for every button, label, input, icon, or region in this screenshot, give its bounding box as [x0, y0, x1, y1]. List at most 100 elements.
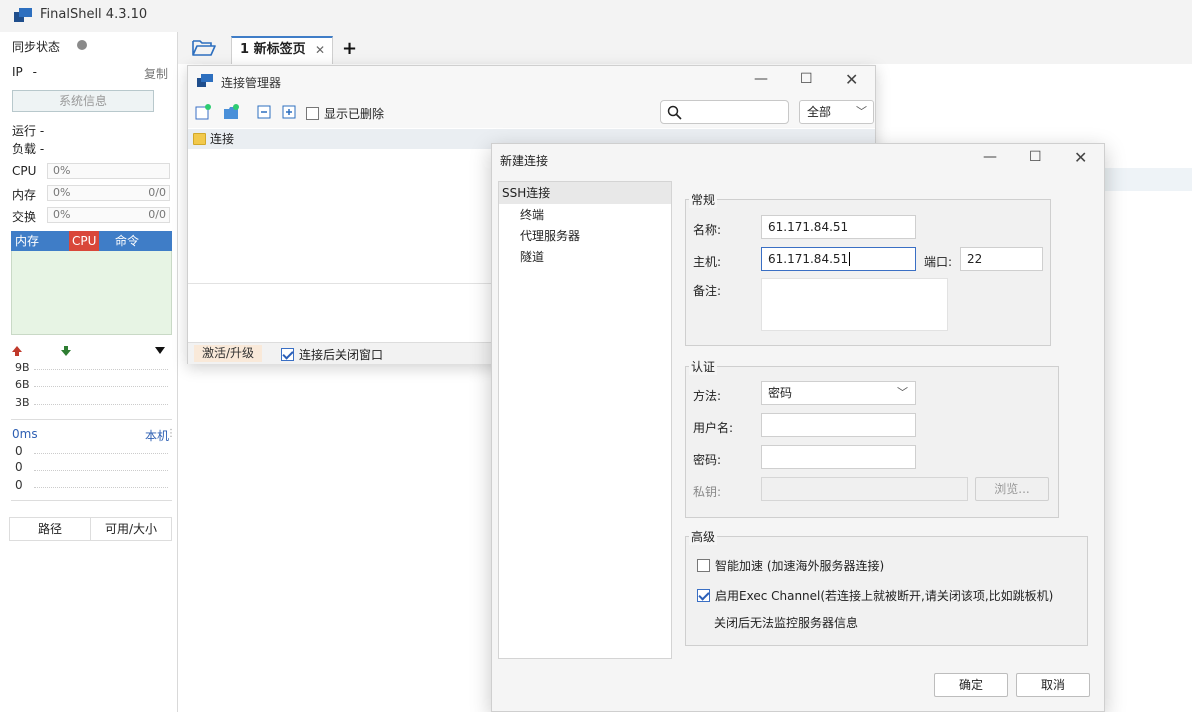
close-after-connect-checkbox[interactable]: 连接后关闭窗口 [281, 346, 383, 363]
chevron-down-icon: ﹀ [897, 386, 908, 399]
latency-gridline [34, 487, 168, 488]
tree-item-terminal[interactable]: 终端 [520, 206, 544, 223]
cm-search-input[interactable] [660, 100, 789, 124]
cpu-percent: 0% [53, 164, 71, 177]
host-input[interactable]: 61.171.84.51 [761, 247, 916, 271]
chevron-down-icon: ﹀ [856, 105, 867, 118]
close-after-box[interactable] [281, 348, 294, 361]
smart-accel-box[interactable] [697, 559, 710, 572]
exec-channel-note: 关闭后无法监控服务器信息 [714, 616, 859, 630]
browse-button[interactable]: 浏览... [975, 477, 1049, 501]
show-deleted-checkbox[interactable]: 显示已删除 [306, 105, 384, 122]
ok-button[interactable]: 确定 [934, 673, 1008, 697]
net-gridline [34, 404, 168, 405]
mem-ratio: 0/0 [148, 186, 166, 199]
sysinfo-button[interactable]: 系统信息 [12, 90, 154, 112]
remark-label: 备注: [693, 284, 722, 298]
cm-filter-select[interactable]: 全部 ﹀ [799, 100, 874, 124]
proc-col-cmd[interactable]: 命令 [115, 231, 139, 251]
cpu-meter: 0% [47, 163, 170, 179]
latency-value: 0 [15, 478, 23, 492]
ip-value: - [32, 65, 37, 79]
swap-ratio: 0/0 [148, 208, 166, 221]
remark-input[interactable] [761, 278, 948, 331]
cancel-button[interactable]: 取消 [1016, 673, 1090, 697]
add-tab-icon[interactable]: + [342, 38, 357, 59]
password-input[interactable] [761, 445, 916, 469]
text-caret [849, 252, 851, 266]
nc-close-icon[interactable]: ✕ [1074, 148, 1087, 167]
port-input[interactable]: 22 [960, 247, 1043, 271]
cm-maximize-icon[interactable]: ☐ [800, 71, 813, 87]
disk-col-size[interactable]: 可用/大小 [90, 518, 171, 540]
net-gridline [34, 369, 168, 370]
workspace-stripe [1104, 168, 1192, 191]
username-input[interactable] [761, 413, 916, 437]
expand-all-icon[interactable] [281, 104, 297, 120]
cm-title: 连接管理器 [221, 76, 282, 90]
download-arrow-icon [61, 346, 71, 356]
collapse-all-icon[interactable] [256, 104, 272, 120]
load-status: 负载 - [12, 142, 45, 156]
activate-upgrade-button[interactable]: 激活/升级 [194, 345, 263, 362]
tab-label: 1 新标签页 [240, 42, 306, 57]
cm-filter-value: 全部 [807, 105, 832, 119]
tree-item-proxy[interactable]: 代理服务器 [520, 227, 580, 244]
swap-label: 交换 [12, 210, 37, 224]
latency-chart [11, 426, 172, 501]
username-label: 用户名: [693, 421, 734, 435]
show-deleted-box[interactable] [306, 107, 319, 120]
proc-col-cpu[interactable]: CPU [69, 231, 100, 251]
sync-status-dot [77, 40, 87, 50]
network-dropdown-icon[interactable] [155, 347, 165, 355]
new-connection-icon[interactable] [195, 104, 211, 120]
latency-value: 0 [15, 444, 23, 458]
host-label: 主机: [693, 255, 722, 269]
app-logo-icon [14, 8, 32, 22]
close-tab-icon[interactable]: ✕ [315, 38, 325, 62]
private-key-input[interactable] [761, 477, 968, 501]
mem-label: 内存 [12, 188, 37, 202]
nc-minimize-icon[interactable]: — [983, 149, 997, 165]
port-label: 端口: [924, 255, 953, 269]
auth-group-title: 认证 [689, 358, 718, 375]
cm-titlebar: 连接管理器 — ☐ ✕ [188, 66, 875, 96]
cm-close-icon[interactable]: ✕ [845, 70, 858, 89]
swap-meter: 0% 0/0 [47, 207, 170, 223]
disk-col-path[interactable]: 路径 [10, 518, 90, 540]
tree-item-ssh[interactable]: SSH连接 [499, 182, 671, 204]
name-label: 名称: [693, 223, 722, 237]
smart-accel-checkbox[interactable]: 智能加速 (加速海外服务器连接) [697, 557, 884, 574]
tree-item-tunnel[interactable]: 隧道 [520, 248, 544, 265]
smart-accel-label: 智能加速 (加速海外服务器连接) [715, 559, 885, 573]
app-titlebar: FinalShell 4.3.10 [0, 0, 1192, 32]
open-folder-icon[interactable] [192, 39, 216, 57]
new-folder-icon[interactable] [223, 104, 239, 120]
private-key-label: 私钥: [693, 485, 722, 499]
copy-ip-button[interactable]: 复制 [144, 65, 168, 82]
net-scale-mid: 6B [15, 378, 30, 391]
network-chart [11, 358, 172, 420]
latency-gridline [34, 470, 168, 471]
close-after-label: 连接后关闭窗口 [299, 348, 384, 362]
name-input[interactable]: 61.171.84.51 [761, 215, 916, 239]
tab-bar: 1 新标签页 ✕ + [178, 32, 1192, 64]
upload-arrow-icon [12, 346, 22, 356]
process-table-header: 内存 CPU 命令 [11, 231, 172, 251]
left-monitor-panel: 同步状态 IP - 复制 系统信息 运行 - 负载 - CPU 0% 内存 0%… [0, 32, 178, 712]
net-scale-low: 3B [15, 396, 30, 409]
method-select[interactable]: 密码 ﹀ [761, 381, 916, 405]
cm-app-icon [197, 74, 213, 87]
sync-status-label: 同步状态 [12, 40, 61, 54]
nc-title: 新建连接 [500, 154, 549, 168]
name-value: 61.171.84.51 [768, 220, 849, 234]
swap-percent: 0% [53, 208, 71, 221]
proc-col-mem[interactable]: 内存 [15, 231, 39, 251]
tab-new-page[interactable]: 1 新标签页 ✕ [231, 36, 333, 64]
exec-channel-label: 启用Exec Channel(若连接上就被断开,请关闭该项,比如跳板机) [715, 589, 1054, 603]
nc-maximize-icon[interactable]: ☐ [1029, 149, 1042, 165]
cm-minimize-icon[interactable]: — [754, 71, 768, 87]
process-table-body [11, 251, 172, 335]
exec-channel-box[interactable] [697, 589, 710, 602]
exec-channel-checkbox[interactable]: 启用Exec Channel(若连接上就被断开,请关闭该项,比如跳板机) [697, 587, 1053, 604]
